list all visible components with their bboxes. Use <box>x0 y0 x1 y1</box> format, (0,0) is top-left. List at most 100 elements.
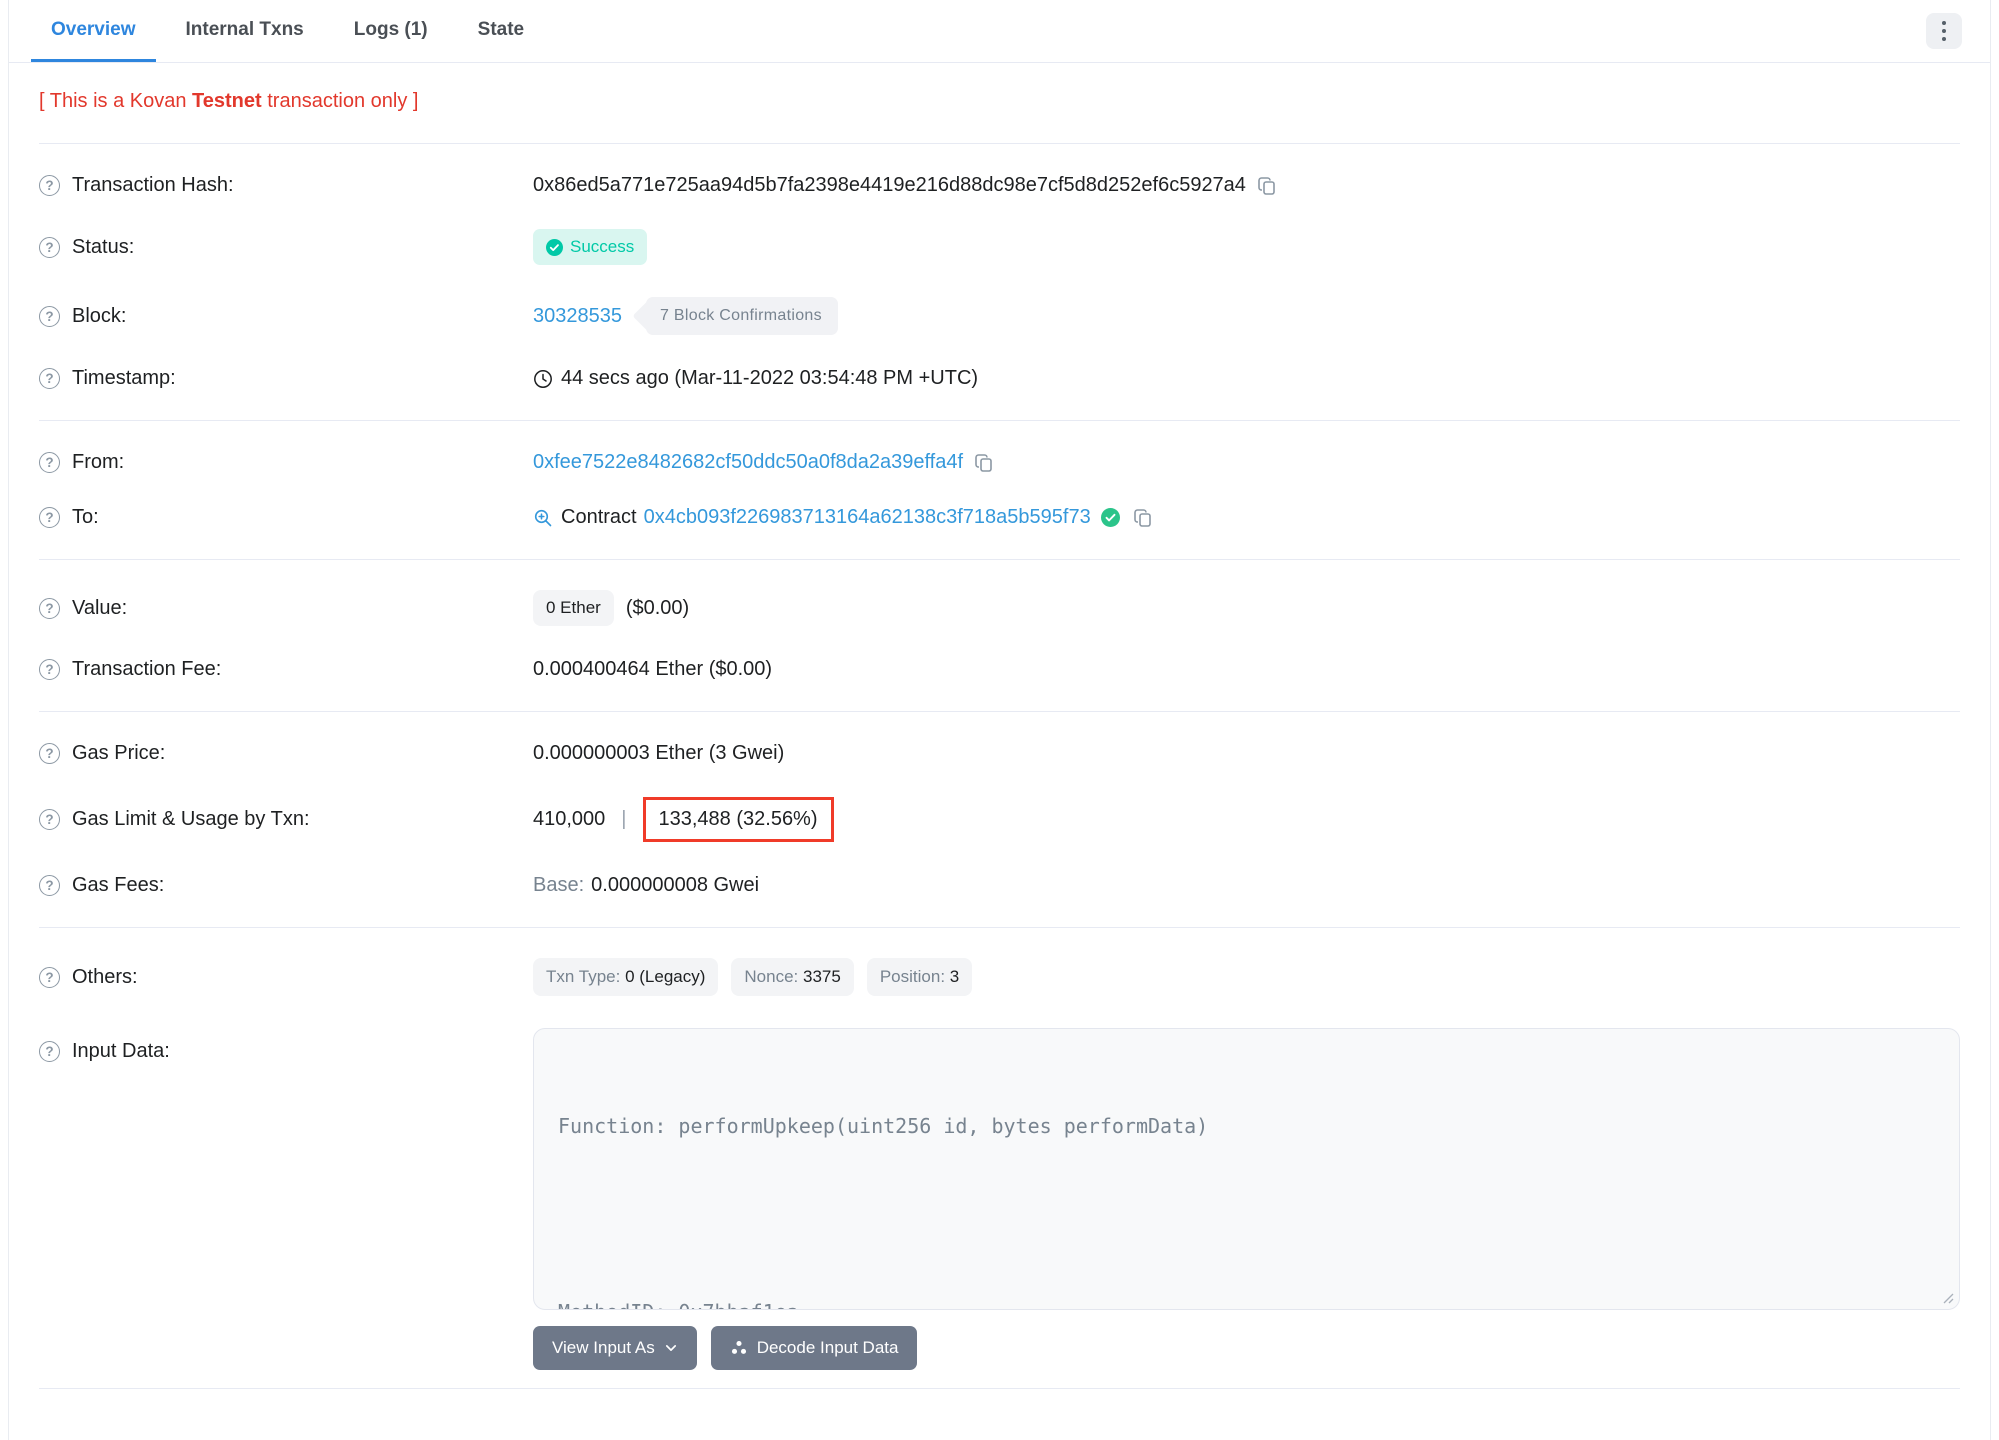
transaction-overview-card: Overview Internal Txns Logs (1) State [ … <box>8 0 1991 1440</box>
input-methodid-line: MethodID: 0x7bbaf1ea <box>558 1297 1935 1309</box>
warning-bold: Testnet <box>192 90 262 112</box>
position-name: Position: <box>879 967 946 986</box>
gas-fees-base-label: Base: <box>533 874 585 896</box>
txn-type-value: 0 (Legacy) <box>625 967 706 986</box>
txn-type-name: Txn Type: <box>546 967 621 986</box>
row-transaction-fee: ? Transaction Fee: 0.000400464 Ether ($0… <box>39 642 1960 697</box>
help-icon[interactable]: ? <box>39 1041 60 1062</box>
from-address-link[interactable]: 0xfee7522e8482682cf50ddc50a0f8da2a39effa… <box>533 451 963 474</box>
to-address-link[interactable]: 0x4cb093f226983713164a62138c3f718a5b595f… <box>644 506 1091 529</box>
zoom-in-icon[interactable] <box>533 508 553 528</box>
to-contract-prefix: Contract <box>561 506 637 528</box>
input-data-textarea[interactable]: Function: performUpkeep(uint256 id, byte… <box>533 1028 1960 1310</box>
gas-fees-label: Gas Fees: <box>72 874 165 896</box>
verified-contract-icon <box>1100 508 1120 527</box>
position-badge: Position: 3 <box>866 958 973 996</box>
gas-separator: | <box>621 808 627 830</box>
help-icon[interactable]: ? <box>39 368 60 389</box>
input-function-line: Function: performUpkeep(uint256 id, byte… <box>558 1114 1209 1138</box>
row-gas-limit-usage: ? Gas Limit & Usage by Txn: 410,000 | 13… <box>39 781 1960 858</box>
status-label: Status: <box>72 235 135 258</box>
gas-price-value: 0.000000003 Ether (3 Gwei) <box>533 742 785 764</box>
chevron-down-icon <box>665 1345 676 1351</box>
transaction-fee-label: Transaction Fee: <box>72 658 222 680</box>
view-input-as-button[interactable]: View Input As <box>533 1326 697 1370</box>
help-icon[interactable]: ? <box>39 507 60 528</box>
row-to: ? To: Contract 0x4cb093f226983713164a621… <box>39 490 1960 545</box>
clock-icon <box>534 369 552 388</box>
gas-usage-annotation-box: 133,488 (32.56%) <box>642 797 834 842</box>
help-icon[interactable]: ? <box>39 236 60 258</box>
tab-internal-txns[interactable]: Internal Txns <box>166 0 324 62</box>
help-icon[interactable]: ? <box>39 659 60 680</box>
value-label: Value: <box>72 596 128 619</box>
input-data-label: Input Data: <box>72 1040 170 1062</box>
check-circle-icon <box>546 238 563 256</box>
row-input-data: ? Input Data: Function: performUpkeep(ui… <box>39 1012 1960 1312</box>
input-data-actions: View Input As Decode Input Data <box>533 1312 1960 1378</box>
transaction-hash-label: Transaction Hash: <box>72 174 234 196</box>
copy-icon[interactable] <box>1132 507 1154 529</box>
warning-suffix: transaction only ] <box>261 90 419 112</box>
row-block: ? Block: 30328535 7 Block Confirmations <box>39 281 1960 351</box>
decode-input-data-button[interactable]: Decode Input Data <box>710 1326 918 1370</box>
others-label: Others: <box>72 965 138 988</box>
row-value: ? Value: 0 Ether ($0.00) <box>39 574 1960 642</box>
transaction-fee-value: 0.000400464 Ether ($0.00) <box>533 658 773 680</box>
group-summary: ? Transaction Hash: 0x86ed5a771e725aa94d… <box>39 144 1960 421</box>
group-gas: ? Gas Price: 0.000000003 Ether (3 Gwei) … <box>39 712 1960 928</box>
gas-price-label: Gas Price: <box>72 742 166 764</box>
block-label: Block: <box>72 304 127 327</box>
value-usd: ($0.00) <box>625 596 690 619</box>
status-value: Success <box>570 237 635 256</box>
gas-usage-value: 133,488 (32.56%) <box>658 808 818 830</box>
row-timestamp: ? Timestamp: 44 secs ago (Mar-11-2022 03… <box>39 351 1960 406</box>
to-label: To: <box>72 506 99 528</box>
copy-icon[interactable] <box>973 452 995 474</box>
resize-handle-icon[interactable] <box>1942 1292 1954 1304</box>
row-gas-price: ? Gas Price: 0.000000003 Ether (3 Gwei) <box>39 726 1960 781</box>
row-status: ? Status: Success <box>39 213 1960 281</box>
status-badge: Success <box>533 229 648 265</box>
gas-limit-value: 410,000 <box>533 808 606 830</box>
group-others: ? Others: Txn Type: 0 (Legacy) Nonce: 33… <box>39 928 1960 1389</box>
help-icon[interactable]: ? <box>39 966 60 988</box>
timestamp-value: 44 secs ago (Mar-11-2022 03:54:48 PM +UT… <box>561 367 979 389</box>
row-from: ? From: 0xfee7522e8482682cf50ddc50a0f8da… <box>39 435 1960 490</box>
row-transaction-hash: ? Transaction Hash: 0x86ed5a771e725aa94d… <box>39 158 1960 213</box>
group-parties: ? From: 0xfee7522e8482682cf50ddc50a0f8da… <box>39 421 1960 560</box>
help-icon[interactable]: ? <box>39 305 60 327</box>
group-value: ? Value: 0 Ether ($0.00) ? Transaction F… <box>39 560 1960 712</box>
gas-fees-base-value: 0.000000008 Gwei <box>591 874 760 896</box>
decode-input-data-label: Decode Input Data <box>756 1338 899 1357</box>
tab-logs[interactable]: Logs (1) <box>334 0 448 62</box>
position-value: 3 <box>949 967 960 986</box>
from-label: From: <box>72 451 125 473</box>
block-number-link[interactable]: 30328535 <box>533 305 622 328</box>
help-icon[interactable]: ? <box>39 743 60 764</box>
txn-type-badge: Txn Type: 0 (Legacy) <box>533 958 719 996</box>
row-others: ? Others: Txn Type: 0 (Legacy) Nonce: 33… <box>39 942 1960 1012</box>
help-icon[interactable]: ? <box>39 809 60 830</box>
block-confirmations-badge: 7 Block Confirmations <box>645 297 838 335</box>
help-icon[interactable]: ? <box>39 597 60 619</box>
nonce-name: Nonce: <box>744 967 799 986</box>
testnet-warning: [ This is a Kovan Testnet transaction on… <box>39 63 1960 144</box>
gas-limit-usage-label: Gas Limit & Usage by Txn: <box>72 808 310 830</box>
nonce-value: 3375 <box>803 967 841 986</box>
ether-value-badge: 0 Ether <box>533 590 614 626</box>
copy-icon[interactable] <box>1256 175 1278 197</box>
row-gas-fees: ? Gas Fees: Base: 0.000000008 Gwei <box>39 858 1960 913</box>
help-icon[interactable]: ? <box>39 175 60 196</box>
transaction-hash-value: 0x86ed5a771e725aa94d5b7fa2398e4419e216d8… <box>533 174 1246 196</box>
help-icon[interactable]: ? <box>39 452 60 473</box>
help-icon[interactable]: ? <box>39 875 60 896</box>
tab-state[interactable]: State <box>458 0 544 62</box>
view-input-as-label: View Input As <box>552 1338 655 1357</box>
nonce-badge: Nonce: 3375 <box>731 958 854 996</box>
decode-icon <box>731 1340 746 1354</box>
tab-overview[interactable]: Overview <box>31 0 156 62</box>
more-options-button[interactable] <box>1926 13 1962 49</box>
timestamp-label: Timestamp: <box>72 367 176 389</box>
kebab-icon <box>1942 21 1946 41</box>
